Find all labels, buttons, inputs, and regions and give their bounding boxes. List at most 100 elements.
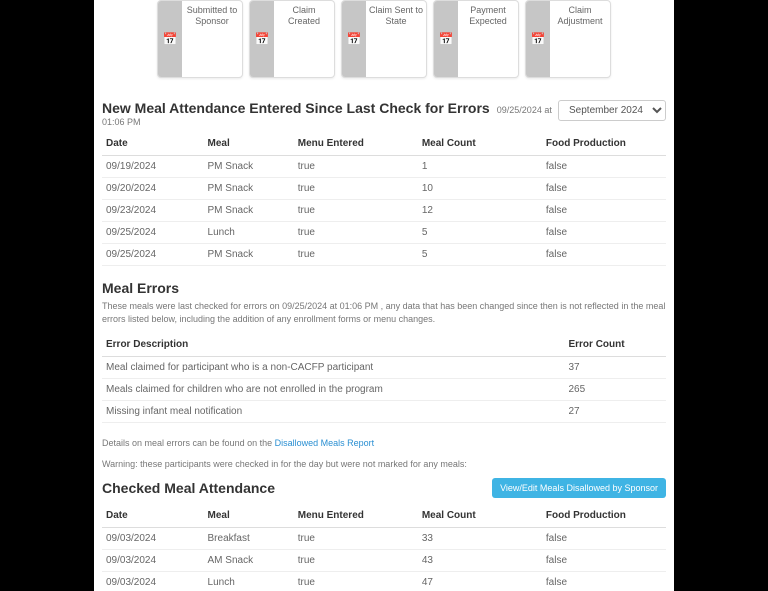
table-row: 09/03/2024AM Snacktrue43false <box>102 550 666 572</box>
calendar-icon: 📅 <box>250 1 274 77</box>
cell-count: 27 <box>564 401 666 423</box>
cell-count: 265 <box>564 379 666 401</box>
cell-count: 47 <box>418 572 542 591</box>
table-row: 09/25/2024PM Snacktrue5false <box>102 244 666 266</box>
stage-label: Payment Expected <box>458 1 518 77</box>
col-count: Meal Count <box>418 132 542 156</box>
cell-date: 09/03/2024 <box>102 528 204 550</box>
stage-label: Claim Sent to State <box>366 1 426 77</box>
calendar-icon: 📅 <box>526 1 550 77</box>
meal-errors-title: Meal Errors <box>102 280 666 296</box>
cell-desc: Meals claimed for children who are not e… <box>102 379 564 401</box>
stage-label: Submitted to Sponsor <box>182 1 242 77</box>
col-error-desc: Error Description <box>102 333 564 357</box>
cell-menu: true <box>294 178 418 200</box>
cell-meal: Lunch <box>204 222 294 244</box>
cell-prod: false <box>542 222 666 244</box>
calendar-icon: 📅 <box>158 1 182 77</box>
cell-meal: PM Snack <box>204 200 294 222</box>
cell-prod: false <box>542 178 666 200</box>
cell-meal: PM Snack <box>204 244 294 266</box>
col-prod: Food Production <box>542 132 666 156</box>
cell-prod: false <box>542 528 666 550</box>
table-row: 09/03/2024Breakfasttrue33false <box>102 528 666 550</box>
stage-label: Claim Adjustment <box>550 1 610 77</box>
claim-stages-row: 📅Submitted to Sponsor📅Claim Created📅Clai… <box>102 0 666 92</box>
stage-label: Claim Created <box>274 1 334 77</box>
checked-attendance-title: Checked Meal Attendance <box>102 480 275 496</box>
claim-stage-card[interactable]: 📅Claim Adjustment <box>525 0 611 78</box>
cell-desc: Meal claimed for participant who is a no… <box>102 357 564 379</box>
cell-menu: true <box>294 572 418 591</box>
cell-prod: false <box>542 244 666 266</box>
cell-meal: AM Snack <box>204 550 294 572</box>
cell-menu: true <box>294 528 418 550</box>
cell-date: 09/19/2024 <box>102 156 204 178</box>
claim-stage-card[interactable]: 📅Payment Expected <box>433 0 519 78</box>
col-count: Meal Count <box>418 504 542 528</box>
cell-meal: PM Snack <box>204 156 294 178</box>
calendar-icon: 📅 <box>434 1 458 77</box>
cell-prod: false <box>542 572 666 591</box>
meal-errors-warning: Warning: these participants were checked… <box>102 458 666 471</box>
table-row: 09/23/2024PM Snacktrue12false <box>102 200 666 222</box>
checked-attendance-header: Checked Meal Attendance View/Edit Meals … <box>102 478 666 498</box>
table-header-row: Date Meal Menu Entered Meal Count Food P… <box>102 132 666 156</box>
table-header-row: Error Description Error Count <box>102 333 666 357</box>
meal-errors-table: Error Description Error Count Meal claim… <box>102 333 666 423</box>
col-date: Date <box>102 132 204 156</box>
table-row: 09/03/2024Lunchtrue47false <box>102 572 666 591</box>
cell-menu: true <box>294 222 418 244</box>
disallowed-meals-report-link[interactable]: Disallowed Meals Report <box>275 438 375 448</box>
cell-count: 5 <box>418 244 542 266</box>
cell-count: 5 <box>418 222 542 244</box>
cell-menu: true <box>294 200 418 222</box>
table-header-row: Date Meal Menu Entered Meal Count Food P… <box>102 504 666 528</box>
table-row: 09/25/2024Lunchtrue5false <box>102 222 666 244</box>
checked-attendance-table: Date Meal Menu Entered Meal Count Food P… <box>102 504 666 591</box>
cell-menu: true <box>294 156 418 178</box>
claim-stage-card[interactable]: 📅Submitted to Sponsor <box>157 0 243 78</box>
cell-prod: false <box>542 156 666 178</box>
cell-count: 37 <box>564 357 666 379</box>
cell-meal: PM Snack <box>204 178 294 200</box>
claim-stage-card[interactable]: 📅Claim Created <box>249 0 335 78</box>
cell-date: 09/03/2024 <box>102 572 204 591</box>
cell-prod: false <box>542 200 666 222</box>
col-prod: Food Production <box>542 504 666 528</box>
cell-date: 09/03/2024 <box>102 550 204 572</box>
table-row: Missing infant meal notification27 <box>102 401 666 423</box>
cell-count: 12 <box>418 200 542 222</box>
page-container: 📅Submitted to Sponsor📅Claim Created📅Clai… <box>94 0 674 591</box>
new-attendance-title: New Meal Attendance Entered Since Last C… <box>102 100 490 116</box>
col-error-count: Error Count <box>564 333 666 357</box>
cell-count: 1 <box>418 156 542 178</box>
col-date: Date <box>102 504 204 528</box>
cell-meal: Lunch <box>204 572 294 591</box>
cell-menu: true <box>294 244 418 266</box>
cell-date: 09/20/2024 <box>102 178 204 200</box>
view-edit-disallowed-button[interactable]: View/Edit Meals Disallowed by Sponsor <box>492 478 666 498</box>
details-prefix: Details on meal errors can be found on t… <box>102 438 275 448</box>
cell-date: 09/25/2024 <box>102 222 204 244</box>
cell-count: 33 <box>418 528 542 550</box>
cell-desc: Missing infant meal notification <box>102 401 564 423</box>
new-attendance-table: Date Meal Menu Entered Meal Count Food P… <box>102 132 666 266</box>
table-row: 09/19/2024PM Snacktrue1false <box>102 156 666 178</box>
meal-errors-note: These meals were last checked for errors… <box>102 300 666 325</box>
claim-stage-card[interactable]: 📅Claim Sent to State <box>341 0 427 78</box>
cell-date: 09/25/2024 <box>102 244 204 266</box>
cell-date: 09/23/2024 <box>102 200 204 222</box>
calendar-icon: 📅 <box>342 1 366 77</box>
cell-count: 43 <box>418 550 542 572</box>
new-attendance-header: New Meal Attendance Entered Since Last C… <box>102 100 666 128</box>
cell-menu: true <box>294 550 418 572</box>
month-select[interactable]: September 2024 <box>558 100 666 121</box>
cell-meal: Breakfast <box>204 528 294 550</box>
col-menu: Menu Entered <box>294 504 418 528</box>
cell-count: 10 <box>418 178 542 200</box>
cell-prod: false <box>542 550 666 572</box>
table-row: Meals claimed for children who are not e… <box>102 379 666 401</box>
col-menu: Menu Entered <box>294 132 418 156</box>
table-row: Meal claimed for participant who is a no… <box>102 357 666 379</box>
